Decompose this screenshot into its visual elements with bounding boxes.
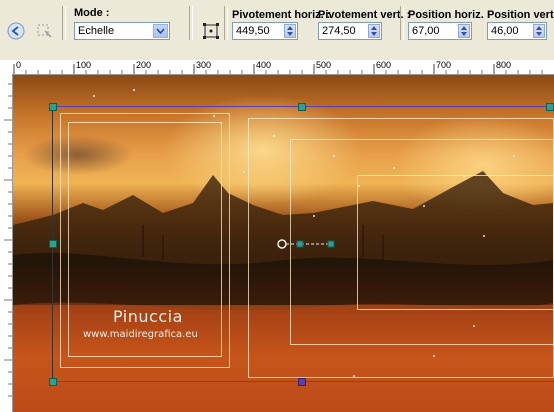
pivot-h-input[interactable]: 449,50 xyxy=(232,22,298,40)
ruler-label: 300 xyxy=(196,60,212,70)
resize-handle-middle-left[interactable] xyxy=(49,240,57,248)
separator xyxy=(189,6,193,40)
separator xyxy=(400,6,404,40)
toolbar: Mode : Echelle Pivotement horiz. : 449,5… xyxy=(0,0,554,61)
ruler-ticks xyxy=(13,64,543,74)
pos-v-spinner[interactable] xyxy=(533,24,545,38)
pivot-v-input[interactable]: 274,50 xyxy=(318,22,382,40)
mode-label: Mode : xyxy=(74,7,110,19)
pivot-h-spinner[interactable] xyxy=(284,24,296,38)
resize-handle-top-middle[interactable] xyxy=(298,103,306,111)
image-canvas[interactable]: Pinuccia www.maidiregrafica.eu xyxy=(13,75,554,412)
resize-handle-top-left[interactable] xyxy=(49,103,57,111)
ruler-label: 800 xyxy=(496,60,512,70)
ruler-label: 600 xyxy=(376,60,392,70)
ruler-label: 400 xyxy=(256,60,272,70)
vertical-ruler xyxy=(0,74,13,412)
pivot-v-value: 274,50 xyxy=(322,25,356,37)
resize-handle-top-right[interactable] xyxy=(546,103,554,111)
sparkle xyxy=(93,95,95,97)
pivot-v-spinner[interactable] xyxy=(368,24,380,38)
pivot-v-label: Pivotement vert. : xyxy=(318,9,411,21)
pivot-h-label: Pivotement horiz. : xyxy=(232,9,331,21)
back-button[interactable] xyxy=(5,20,27,42)
pivot-h-value: 449,50 xyxy=(236,25,270,37)
pos-v-input[interactable]: 46,00 xyxy=(487,22,547,40)
mode-select-value: Echelle xyxy=(78,25,115,37)
watermark-name: Pinuccia xyxy=(113,307,183,326)
ruler-label: 700 xyxy=(436,60,452,70)
pos-h-value: 67,00 xyxy=(412,25,440,37)
ruler-label: 500 xyxy=(316,60,332,70)
horizontal-ruler: 0 100 200 300 400 500 600 700 800 xyxy=(12,60,554,75)
pos-h-label: Position horiz. : xyxy=(408,9,491,21)
ruler-label: 200 xyxy=(136,60,152,70)
resize-handle-bottom-middle[interactable] xyxy=(298,378,306,386)
back-arrow-icon xyxy=(7,22,25,40)
pos-v-value: 46,00 xyxy=(491,25,519,37)
mode-select[interactable]: Echelle xyxy=(74,22,170,40)
select-tool-button[interactable] xyxy=(33,20,55,42)
ruler-label: 0 xyxy=(16,60,22,70)
resize-handle-bottom-left[interactable] xyxy=(49,378,57,386)
pos-h-spinner[interactable] xyxy=(458,24,470,38)
dashed-select-icon xyxy=(37,24,52,38)
pivot-point-icon[interactable] xyxy=(276,235,346,255)
transform-frame-icon xyxy=(203,23,219,39)
ruler-label: 100 xyxy=(76,60,92,70)
pivot-tool-button[interactable] xyxy=(200,20,222,42)
chevron-down-icon[interactable] xyxy=(153,24,168,38)
pos-h-input[interactable]: 67,00 xyxy=(408,22,472,40)
separator xyxy=(224,6,228,40)
vertical-ruler-ticks xyxy=(4,83,12,397)
inner-right-frame xyxy=(357,175,554,310)
sparkle xyxy=(133,89,135,91)
pos-v-label: Position vert. : xyxy=(487,9,554,21)
sparkle xyxy=(243,171,245,173)
watermark-url: www.maidiregrafica.eu xyxy=(83,329,198,340)
separator xyxy=(62,6,66,40)
